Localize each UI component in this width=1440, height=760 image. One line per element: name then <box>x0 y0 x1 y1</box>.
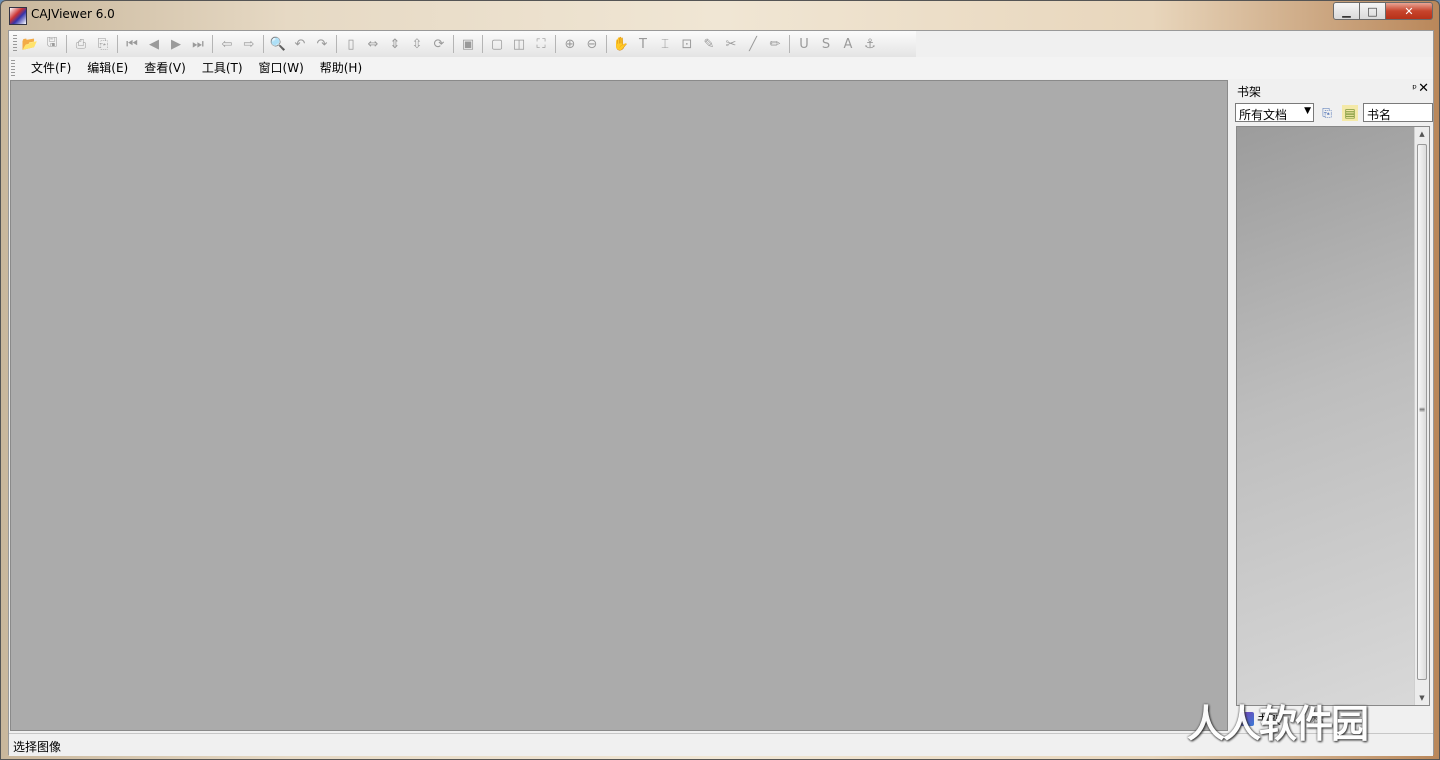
rotate-icon[interactable]: ⟳ <box>429 34 449 54</box>
bookshelf-list[interactable]: ▲ ≡ ▼ <box>1236 126 1430 706</box>
toolbar-separator <box>606 35 607 53</box>
pencil-icon[interactable]: ✏ <box>765 34 785 54</box>
caption-buttons: ▁ □ ✕ <box>1333 2 1433 20</box>
chevron-down-icon: ▼ <box>1304 106 1311 116</box>
select-text-icon[interactable]: T <box>633 34 653 54</box>
anchor-icon[interactable]: ⚓ <box>860 34 880 54</box>
minimize-icon: ▁ <box>1342 4 1351 18</box>
main-toolbar: 📂 🖫 ⎙ ⎘ ⏮ ◀ ▶ ⏭ ⇦ ⇨ 🔍 ↶ ↷ ▯ ⇔ ⇕ ⇳ ⟳ ▣ ▢ ◫ ⛶ ⊕ ⊖ ✋ T ⌶ ⊡ ✎ ✂ ╱ ✏ U S A ⚓ <box>9 31 916 57</box>
toolbar-separator <box>263 35 264 53</box>
image-icon[interactable]: ▣ <box>458 34 478 54</box>
underline-icon[interactable]: U <box>794 34 814 54</box>
menu-help[interactable]: 帮助(H) <box>312 57 370 79</box>
redo-icon[interactable]: ↷ <box>312 34 332 54</box>
snapshot-icon[interactable]: ✂ <box>721 34 741 54</box>
back-icon[interactable]: ⇦ <box>217 34 237 54</box>
strikeout-icon[interactable]: S <box>816 34 836 54</box>
select-region-icon[interactable]: ⌶ <box>655 34 675 54</box>
print-icon[interactable]: ⎙ <box>71 34 91 54</box>
ocr-icon[interactable]: ✎ <box>699 34 719 54</box>
document-area[interactable] <box>10 80 1228 731</box>
bookshelf-panel: 书架 ᵖ ✕ 所有文档 ▼ ⎘ ▤ 书名 ▲ ≡ ▼ 书架 标 <box>1231 79 1433 733</box>
forward-icon[interactable]: ⇨ <box>239 34 259 54</box>
maximize-icon: □ <box>1367 4 1378 18</box>
toolbar-separator <box>66 35 67 53</box>
status-text: 选择图像 <box>13 740 62 754</box>
menu-window[interactable]: 窗口(W) <box>251 57 312 79</box>
zoom-out-icon[interactable]: ⊖ <box>582 34 602 54</box>
toolbar-separator <box>789 35 790 53</box>
full-screen-icon[interactable]: ⛶ <box>531 34 551 54</box>
close-icon: ✕ <box>1404 4 1414 18</box>
title-bar[interactable]: CAJViewer 6.0 ▁ □ ✕ <box>1 1 1439 30</box>
panel-controls: 所有文档 ▼ ⎘ ▤ 书名 <box>1235 103 1433 123</box>
two-page-icon[interactable]: ◫ <box>509 34 529 54</box>
next-page-icon[interactable]: ▶ <box>166 34 186 54</box>
toolbar-separator <box>117 35 118 53</box>
undo-icon[interactable]: ↶ <box>290 34 310 54</box>
client-area: 📂 🖫 ⎙ ⎘ ⏮ ◀ ▶ ⏭ ⇦ ⇨ 🔍 ↶ ↷ ▯ ⇔ ⇕ ⇳ ⟳ ▣ ▢ ◫ ⛶ ⊕ ⊖ ✋ T ⌶ ⊡ ✎ ✂ ╱ ✏ U S A ⚓ 文件(… <box>8 30 1434 756</box>
app-icon[interactable] <box>9 7 27 25</box>
zoom-in-icon[interactable]: ⊕ <box>560 34 580 54</box>
vertical-scrollbar[interactable]: ▲ ≡ ▼ <box>1414 127 1429 705</box>
toolbar-separator <box>555 35 556 53</box>
save-icon[interactable]: 🖫 <box>42 34 62 54</box>
import-icon[interactable]: ⎘ <box>1319 105 1335 121</box>
highlight-icon[interactable]: A <box>838 34 858 54</box>
toolbar-grip[interactable] <box>13 35 17 53</box>
menubar-grip[interactable] <box>11 60 15 76</box>
first-page-icon[interactable]: ⏮ <box>122 34 142 54</box>
line-icon[interactable]: ╱ <box>743 34 763 54</box>
panel-header: 书架 ᵖ ✕ <box>1235 81 1431 99</box>
toolbar-separator <box>336 35 337 53</box>
panel-title: 书架 <box>1237 85 1262 99</box>
sort-field-select[interactable]: 书名 <box>1363 103 1433 122</box>
app-window: CAJViewer 6.0 ▁ □ ✕ 📂 🖫 ⎙ ⎘ ⏮ ◀ ▶ ⏭ ⇦ ⇨ 🔍 ↶ ↷ ▯ ⇔ ⇕ ⇳ ⟳ ▣ ▢… <box>0 0 1440 760</box>
panel-close-icon[interactable]: ✕ <box>1418 81 1429 96</box>
menu-bar: 文件(F) 编辑(E) 查看(V) 工具(T) 窗口(W) 帮助(H) <box>9 57 1433 79</box>
toolbar-separator <box>453 35 454 53</box>
toolbar-separator <box>482 35 483 53</box>
menu-edit[interactable]: 编辑(E) <box>79 57 136 79</box>
watermark-logo: 人人软件园 <box>1187 702 1369 746</box>
pin-icon[interactable]: ᵖ <box>1412 82 1417 95</box>
scroll-thumb[interactable]: ≡ <box>1417 144 1427 680</box>
fit-width-icon[interactable]: ⇔ <box>363 34 383 54</box>
maximize-button[interactable]: □ <box>1360 2 1386 20</box>
hand-icon[interactable]: ✋ <box>611 34 631 54</box>
document-filter-select[interactable]: 所有文档 ▼ <box>1235 103 1314 122</box>
find-icon[interactable]: 🔍 <box>268 34 288 54</box>
toolbar-separator <box>212 35 213 53</box>
menu-tools[interactable]: 工具(T) <box>194 57 251 79</box>
page-icon[interactable]: ▢ <box>487 34 507 54</box>
open-folder-icon[interactable]: 📂 <box>20 34 40 54</box>
select-image-icon[interactable]: ⊡ <box>677 34 697 54</box>
minimize-button[interactable]: ▁ <box>1333 2 1360 20</box>
close-button[interactable]: ✕ <box>1386 2 1433 20</box>
menu-view[interactable]: 查看(V) <box>136 57 194 79</box>
fit-height-icon[interactable]: ⇕ <box>385 34 405 54</box>
window-title: CAJViewer 6.0 <box>31 7 115 21</box>
scroll-up-icon[interactable]: ▲ <box>1415 127 1429 141</box>
menu-file[interactable]: 文件(F) <box>23 57 79 79</box>
scroll-grip-icon: ≡ <box>1418 405 1426 414</box>
scroll-down-icon[interactable]: ▼ <box>1415 691 1429 705</box>
print-preview-icon[interactable]: ⎘ <box>93 34 113 54</box>
single-page-icon[interactable]: ▯ <box>341 34 361 54</box>
continuous-icon[interactable]: ⇳ <box>407 34 427 54</box>
catalog-icon[interactable]: ▤ <box>1342 105 1358 121</box>
document-filter-value: 所有文档 <box>1239 108 1288 122</box>
sort-field-value: 书名 <box>1367 108 1392 122</box>
prev-page-icon[interactable]: ◀ <box>144 34 164 54</box>
last-page-icon[interactable]: ⏭ <box>188 34 208 54</box>
